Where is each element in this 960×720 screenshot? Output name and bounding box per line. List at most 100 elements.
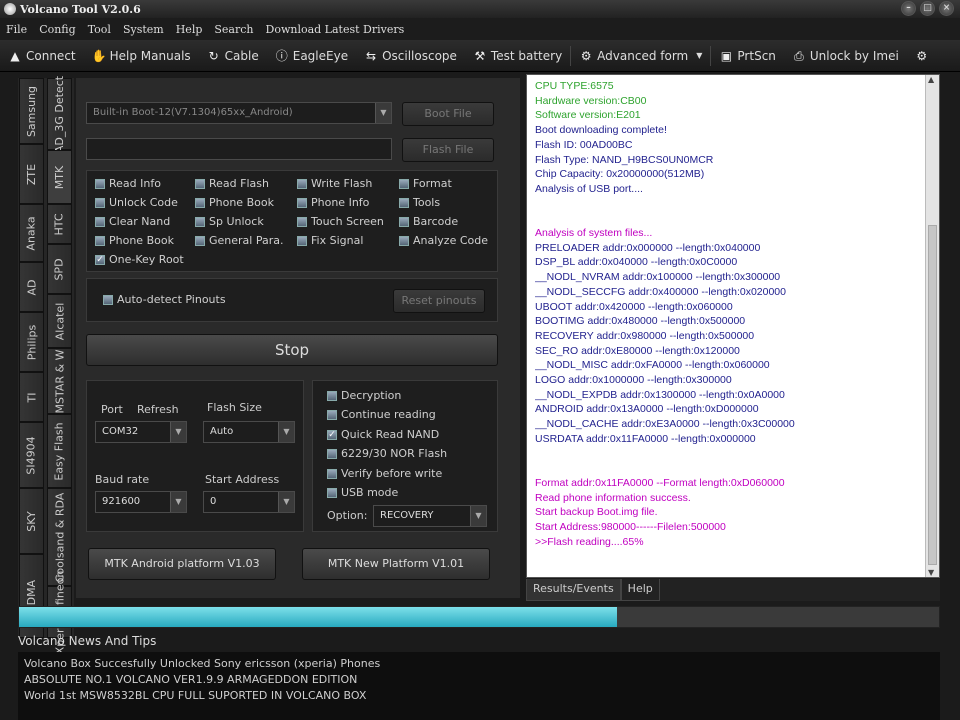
scroll-down-icon[interactable]: ▼ bbox=[928, 568, 934, 577]
checkbox-icon bbox=[297, 197, 307, 208]
tab-sky[interactable]: SKY bbox=[19, 488, 44, 554]
tab-mstar[interactable]: MSTAR & W bbox=[47, 348, 72, 414]
mtk-new-platform-button[interactable]: MTK New Platform V1.01 bbox=[302, 548, 490, 580]
boot-file-button[interactable]: Boot File bbox=[402, 102, 494, 126]
test-battery-button[interactable]: ⚒ Test battery bbox=[465, 44, 570, 68]
tab-spd[interactable]: SPD bbox=[47, 244, 72, 294]
tab-samsung[interactable]: Samsung bbox=[19, 78, 44, 144]
tab-ti[interactable]: TI bbox=[19, 372, 44, 422]
start-address-select[interactable]: 0 ▼ bbox=[203, 491, 295, 513]
option-unlock-code[interactable]: Unlock Code bbox=[95, 196, 178, 209]
maximize-icon[interactable]: □ bbox=[920, 1, 935, 16]
log-scrollbar[interactable]: ▲ ▼ bbox=[925, 75, 939, 577]
tab-easy-flash[interactable]: Easy Flash bbox=[47, 414, 72, 488]
tab-alcatel[interactable]: Alcatel bbox=[47, 294, 72, 348]
warning-icon: ▲ bbox=[10, 48, 20, 63]
menu-tool[interactable]: Tool bbox=[82, 23, 117, 36]
boot-select[interactable]: Built-in Boot-12(V7.1304)65xx_Android) ▼ bbox=[86, 102, 392, 124]
log-line: __NODL_CACHE addr:0xE3A0000 --length:0x3… bbox=[535, 418, 795, 431]
minimize-icon[interactable]: – bbox=[901, 1, 916, 16]
refresh-label[interactable]: Refresh bbox=[137, 403, 179, 416]
log-line: Start Address:980000------Filelen:500000 bbox=[535, 521, 726, 534]
decryption-checkbox[interactable]: Decryption bbox=[327, 389, 401, 402]
option-barcode[interactable]: Barcode bbox=[399, 215, 458, 228]
tab-mtk[interactable]: MTK bbox=[47, 150, 72, 204]
unlock-by-imei-button[interactable]: ⎙ Unlock by Imei bbox=[784, 44, 907, 68]
flash-size-select[interactable]: Auto ▼ bbox=[203, 421, 295, 443]
tab-ad[interactable]: AD bbox=[19, 262, 44, 312]
option-general-para[interactable]: General Para. bbox=[195, 234, 284, 247]
option-write-flash[interactable]: Write Flash bbox=[297, 177, 372, 190]
option-phone-book[interactable]: Phone Book bbox=[195, 196, 274, 209]
toolbar: ▲ Connect ✋ Help Manuals ↻ Cable ⓘ EagleEye … bbox=[0, 40, 960, 72]
menu-config[interactable]: Config bbox=[33, 23, 82, 36]
option-sp-unlock[interactable]: Sp Unlock bbox=[195, 215, 264, 228]
checkbox-icon bbox=[195, 197, 205, 208]
menu-search[interactable]: Search bbox=[208, 23, 259, 36]
flash-file-button[interactable]: Flash File bbox=[402, 138, 494, 162]
log-line: Chip Capacity: 0x20000000(512MB) bbox=[535, 168, 705, 181]
prtscn-button[interactable]: ▣ PrtScn bbox=[711, 44, 783, 68]
help-manuals-button[interactable]: ✋ Help Manuals bbox=[84, 44, 199, 68]
mtk-android-platform-button[interactable]: MTK Android platform V1.03 bbox=[88, 548, 276, 580]
option-one-key-root[interactable]: ✓ One-Key Root bbox=[95, 253, 184, 266]
auto-detect-pinouts-checkbox[interactable]: Auto-detect Pinouts bbox=[103, 293, 226, 306]
cable-button[interactable]: ↻ Cable bbox=[199, 44, 267, 68]
option-touch-screen[interactable]: Touch Screen bbox=[297, 215, 384, 228]
advanced-form-button[interactable]: ⚙ Advanced form ▼ bbox=[571, 44, 710, 68]
close-icon[interactable]: × bbox=[939, 1, 954, 16]
mtk-panel: Built-in Boot-12(V7.1304)65xx_Android) ▼ … bbox=[76, 78, 520, 598]
tab-htc[interactable]: HTC bbox=[47, 204, 72, 244]
option-analyze-code[interactable]: Analyze Code bbox=[399, 234, 488, 247]
flash-size-label: Flash Size bbox=[207, 401, 262, 414]
news-line: World 1st MSW8532BL CPU FULL SUPORTED IN… bbox=[24, 689, 367, 702]
eagleeye-button[interactable]: ⓘ EagleEye bbox=[267, 44, 356, 68]
baud-rate-select[interactable]: 921600 ▼ bbox=[95, 491, 187, 513]
option-clear-nand[interactable]: Clear Nand bbox=[95, 215, 170, 228]
checkbox-icon bbox=[399, 216, 409, 227]
log-line: USRDATA addr:0x11FA0000 --length:0x00000… bbox=[535, 432, 756, 445]
option-select[interactable]: RECOVERY ▼ bbox=[373, 505, 487, 527]
log-line: Analysis of USB port.... bbox=[535, 182, 643, 195]
quick-read-nand-checkbox[interactable]: ✓ Quick Read NAND bbox=[327, 428, 439, 441]
connect-button[interactable]: ▲ Connect bbox=[0, 44, 84, 68]
scroll-thumb[interactable] bbox=[928, 225, 937, 565]
oscilloscope-button[interactable]: ⇆ Oscilloscope bbox=[356, 44, 465, 68]
menu-help[interactable]: Help bbox=[170, 23, 209, 36]
port-select[interactable]: COM32 ▼ bbox=[95, 421, 187, 443]
checkbox-icon bbox=[399, 235, 409, 246]
tab-anaka[interactable]: Anaka bbox=[19, 204, 44, 262]
settings-button[interactable]: ⚙ bbox=[907, 44, 941, 68]
operations-panel: Read Info Read Flash Write Flash Format … bbox=[86, 170, 498, 272]
tab-help[interactable]: Help bbox=[620, 579, 660, 601]
usb-mode-checkbox[interactable]: USB mode bbox=[327, 486, 398, 499]
menu-system[interactable]: System bbox=[117, 23, 170, 36]
flash-file-path-input[interactable] bbox=[86, 138, 392, 160]
option-format[interactable]: Format bbox=[399, 177, 452, 190]
tab-si4904[interactable]: SI4904 bbox=[19, 422, 44, 488]
menu-file[interactable]: File bbox=[0, 23, 33, 36]
scroll-up-icon[interactable]: ▲ bbox=[928, 75, 934, 84]
tab-results-events[interactable]: Results/Events bbox=[526, 579, 621, 601]
option-fix-signal[interactable]: Fix Signal bbox=[297, 234, 363, 247]
reset-pinouts-button[interactable]: Reset pinouts bbox=[393, 289, 485, 313]
menu-download-drivers[interactable]: Download Latest Drivers bbox=[260, 23, 411, 36]
checkbox-icon bbox=[95, 216, 105, 227]
continue-reading-checkbox[interactable]: Continue reading bbox=[327, 408, 436, 421]
log-panel: CPU TYPE:6575 Hardware version:CB00 Softwa… bbox=[526, 74, 940, 578]
tab-ad3g-detect[interactable]: AD_3G Detect bbox=[47, 75, 72, 153]
option-tools[interactable]: Tools bbox=[399, 196, 440, 209]
option-phone-book-2[interactable]: Phone Book bbox=[95, 234, 174, 247]
brand-tabs: Samsung ZTE Anaka AD Philips TI SI4904 S… bbox=[18, 75, 74, 654]
tab-philips[interactable]: Philips bbox=[19, 312, 44, 372]
tab-zte[interactable]: ZTE bbox=[19, 144, 44, 204]
stop-button[interactable]: Stop bbox=[86, 334, 498, 366]
verify-before-write-checkbox[interactable]: Verify before write bbox=[327, 467, 442, 480]
option-phone-info[interactable]: Phone Info bbox=[297, 196, 369, 209]
log-text[interactable]: CPU TYPE:6575 Hardware version:CB00 Softwa… bbox=[535, 79, 920, 550]
option-read-flash[interactable]: Read Flash bbox=[195, 177, 269, 190]
option-read-info[interactable]: Read Info bbox=[95, 177, 161, 190]
nor-flash-checkbox[interactable]: 6229/30 NOR Flash bbox=[327, 447, 447, 460]
read-options-panel: Decryption Continue reading ✓ Quick Read … bbox=[312, 380, 498, 532]
